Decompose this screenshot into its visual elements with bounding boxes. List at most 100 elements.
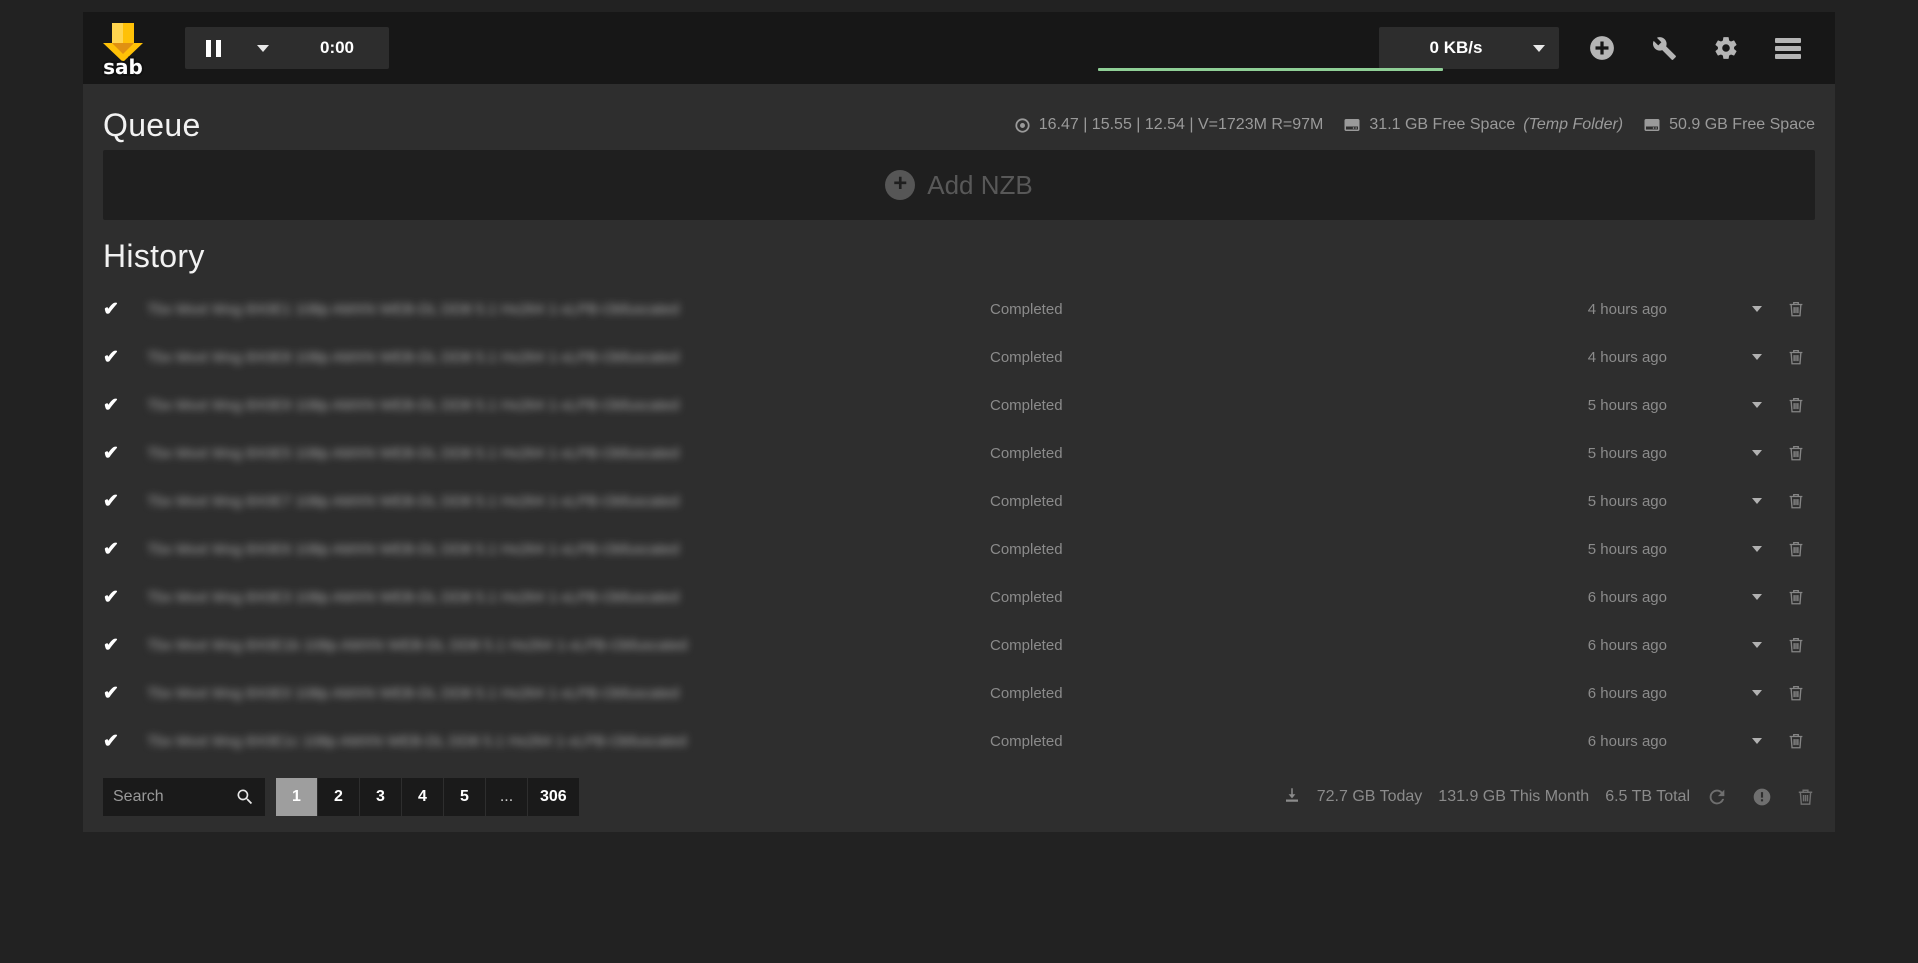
search-input[interactable] [103,778,225,816]
history-footer: 12345...306 72.7 GB Today 131.9 GB This … [103,777,1815,817]
settings-button[interactable] [1705,27,1747,69]
trash-icon [1787,299,1805,319]
history-item-name: Tbx Mxxt Wxg 8X0E7 108p AMXN WEB-DL DD8 … [147,493,990,510]
row-delete-button[interactable] [1777,491,1815,511]
temp-free-note: (Temp Folder) [1523,116,1623,134]
chevron-down-icon [1752,642,1762,648]
page-button-2[interactable]: 2 [318,778,359,816]
history-row[interactable]: ✔ Tbx Mxxt Wxg 8X0E1c 108p AMXN WEB-DL D… [103,717,1815,765]
history-item-name: Tbx Mxxt Wxg 8X0E8 108p AMXN WEB-DL DD8 … [147,349,990,366]
trash-icon [1787,539,1805,559]
row-delete-button[interactable] [1777,539,1815,559]
history-row[interactable]: ✔ Tbx Mxxt Wxg 8X0E1b 108p AMXN WEB-DL D… [103,621,1815,669]
search-button[interactable] [225,778,265,816]
history-item-name: Tbx Mxxt Wxg 8X0E1 108p AMXN WEB-DL DD8 … [147,301,990,318]
row-delete-button[interactable] [1777,635,1815,655]
row-delete-button[interactable] [1777,395,1815,415]
chevron-down-icon [1752,450,1762,456]
row-dropdown-button[interactable] [1737,690,1777,696]
history-row[interactable]: ✔ Tbx Mxxt Wxg 8X0E5 108p AMXN WEB-DL DD… [103,429,1815,477]
history-item-age: 5 hours ago [1588,397,1667,414]
history-item-status: Completed [990,637,1290,654]
history-item-name: Tbx Mxxt Wxg 8X0E1c 108p AMXN WEB-DL DD8… [147,733,990,750]
history-item-name: Tbx Mxxt Wxg 8X0E6 108p AMXN WEB-DL DD8 … [147,541,990,558]
row-dropdown-button[interactable] [1737,402,1777,408]
row-dropdown-button[interactable] [1737,546,1777,552]
history-row[interactable]: ✔ Tbx Mxxt Wxg 8X0E8 108p AMXN WEB-DL DD… [103,333,1815,381]
history-item-name: Tbx Mxxt Wxg 8X0E3 108p AMXN WEB-DL DD8 … [147,589,990,606]
page-button-1[interactable]: 1 [276,778,317,816]
content-panel: Queue 16.47 | 15.55 | 12.54 | V=1723M R=… [83,84,1835,832]
plus-circle-icon: + [885,170,915,200]
chevron-down-icon [1752,498,1762,504]
row-delete-button[interactable] [1777,443,1815,463]
history-item-name: Tbx Mxxt Wxg 8X0E5 108p AMXN WEB-DL DD8 … [147,445,990,462]
download-icon [1283,786,1301,809]
row-delete-button[interactable] [1777,299,1815,319]
gb-month: 131.9 GB This Month [1438,788,1589,806]
row-delete-button[interactable] [1777,587,1815,607]
sabnzbd-logo-icon[interactable]: sab [100,21,146,77]
check-icon: ✔ [103,538,147,561]
history-item-age: 5 hours ago [1588,445,1667,462]
history-item-age: 4 hours ago [1588,349,1667,366]
row-dropdown-button[interactable] [1737,738,1777,744]
row-dropdown-button[interactable] [1737,594,1777,600]
queue-title: Queue [103,107,201,144]
speed-limit-dropdown[interactable]: 0 KB/s [1379,27,1559,69]
wrench-button[interactable] [1643,27,1685,69]
refresh-button[interactable] [1706,786,1728,808]
queue-header: Queue 16.47 | 15.55 | 12.54 | V=1723M R=… [103,84,1815,150]
row-dropdown-button[interactable] [1737,306,1777,312]
menu-button[interactable] [1767,27,1809,69]
row-dropdown-button[interactable] [1737,450,1777,456]
check-icon: ✔ [103,394,147,417]
history-row[interactable]: ✔ Tbx Mxxt Wxg 8X0E3 108p AMXN WEB-DL DD… [103,573,1815,621]
tb-total: 6.5 TB Total [1605,788,1690,806]
page-button-306[interactable]: 306 [528,778,579,816]
history-row[interactable]: ✔ Tbx Mxxt Wxg 8X0E9 108p AMXN WEB-DL DD… [103,381,1815,429]
disc-icon [1014,117,1031,134]
row-delete-button[interactable] [1777,347,1815,367]
history-row[interactable]: ✔ Tbx Mxxt Wxg 8X0E1 108p AMXN WEB-DL DD… [103,285,1815,333]
check-icon: ✔ [103,730,147,753]
row-delete-button[interactable] [1777,731,1815,751]
trash-icon [1787,443,1805,463]
pause-button[interactable] [185,27,241,69]
row-dropdown-button[interactable] [1737,354,1777,360]
disk-free-text: 50.9 GB Free Space [1669,116,1815,134]
page-button-5[interactable]: 5 [444,778,485,816]
history-stats: 72.7 GB Today 131.9 GB This Month 6.5 TB… [1283,786,1690,809]
page-button-3[interactable]: 3 [360,778,401,816]
add-nzb-label: Add NZB [927,170,1033,201]
add-nzb-plus-button[interactable] [1581,27,1623,69]
chevron-down-icon [1752,738,1762,744]
pause-control-group: 0:00 [185,27,389,69]
page-button-4[interactable]: 4 [402,778,443,816]
history-row[interactable]: ✔ Tbx Mxxt Wxg 8X0E0 108p AMXN WEB-DL DD… [103,669,1815,717]
hdd-icon [1343,116,1361,134]
history-item-age: 5 hours ago [1588,493,1667,510]
row-dropdown-button[interactable] [1737,642,1777,648]
trash-icon [1787,731,1805,751]
add-nzb-dropzone[interactable]: + Add NZB [103,150,1815,220]
row-delete-button[interactable] [1777,683,1815,703]
wrench-icon [1652,36,1677,61]
pause-dropdown-button[interactable] [241,27,285,69]
history-item-name: Tbx Mxxt Wxg 8X0E1b 108p AMXN WEB-DL DD8… [147,637,990,654]
history-action-icons [1706,786,1815,808]
queue-stats: 16.47 | 15.55 | 12.54 | V=1723M R=97M 31… [1014,116,1815,134]
history-row[interactable]: ✔ Tbx Mxxt Wxg 8X0E6 108p AMXN WEB-DL DD… [103,525,1815,573]
info-button[interactable] [1752,787,1772,807]
server-stats-text: 16.47 | 15.55 | 12.54 | V=1723M R=97M [1039,116,1324,134]
history-row[interactable]: ✔ Tbx Mxxt Wxg 8X0E7 108p AMXN WEB-DL DD… [103,477,1815,525]
history-item-status: Completed [990,685,1290,702]
check-icon: ✔ [103,298,147,321]
plus-circle-icon [1589,35,1615,61]
history-item-status: Completed [990,733,1290,750]
clear-history-button[interactable] [1796,787,1815,807]
trash-icon [1787,587,1805,607]
history-item-age: 6 hours ago [1588,589,1667,606]
search-icon [235,787,255,807]
row-dropdown-button[interactable] [1737,498,1777,504]
